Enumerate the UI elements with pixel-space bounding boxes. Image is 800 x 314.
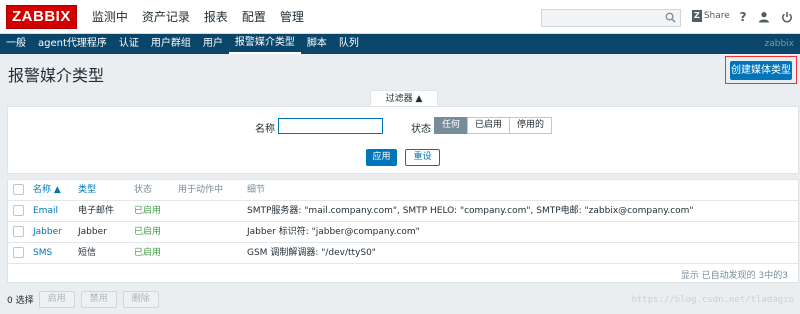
menu-monitoring[interactable]: 监测中 (85, 0, 135, 34)
status-disabled-option[interactable]: 停用的 (509, 117, 553, 134)
media-details: GSM 调制解调器: "/dev/ttyS0" (247, 248, 376, 258)
watermark: https://blog.csdn.net/tladagio (631, 295, 794, 305)
power-icon[interactable] (780, 10, 794, 24)
table-row: Jabber Jabber 已启用 Jabber 标识符: "jabber@co… (8, 222, 798, 243)
col-name-header[interactable]: 名称 ▲ (33, 180, 61, 200)
status-any-option[interactable]: 任何 (434, 117, 469, 134)
table-header-row: 名称 ▲ 类型 状态 用于动作中 细节 (8, 180, 798, 201)
filter-status-label: 状态 (411, 124, 431, 135)
row-checkbox[interactable] (13, 247, 24, 258)
status-segmented-control: 任何 已启用 停用的 (434, 117, 553, 134)
global-search-input[interactable] (541, 9, 681, 27)
menu-administration[interactable]: 管理 (273, 0, 311, 34)
enable-button[interactable]: 启用 (38, 291, 75, 308)
table-row: SMS 短信 已启用 GSM 调制解调器: "/dev/ttyS0" (8, 243, 798, 264)
server-name: zabbix (764, 39, 795, 49)
page-title: 报警媒介类型 (8, 66, 105, 85)
create-media-type-button[interactable]: 创建媒体类型 (730, 61, 792, 80)
row-checkbox[interactable] (13, 205, 24, 216)
menu-configuration[interactable]: 配置 (235, 0, 273, 34)
subnav-queue[interactable]: 队列 (333, 34, 365, 54)
status-toggle[interactable]: 已启用 (134, 222, 161, 242)
apply-button[interactable]: 应用 (366, 149, 397, 166)
filter-panel: 名称 状态 任何 已启用 停用的 应用 重设 (7, 106, 799, 174)
select-all-checkbox[interactable] (13, 184, 24, 195)
share-label: Share (703, 11, 730, 21)
col-details-header: 细节 (247, 185, 266, 195)
media-types-table: 名称 ▲ 类型 状态 用于动作中 细节 Email 电子邮件 已启用 SMTP服… (7, 179, 799, 283)
zabbix-logo[interactable]: ZABBIX (6, 4, 77, 29)
media-name-link[interactable]: Jabber (33, 222, 62, 242)
subnav-scripts[interactable]: 脚本 (301, 34, 333, 54)
share-badge: Z (692, 10, 702, 22)
col-used-header: 用于动作中 (178, 185, 224, 195)
col-status-header: 状态 (134, 185, 153, 195)
filter-name-input[interactable] (278, 118, 383, 134)
media-type: 电子邮件 (78, 206, 115, 216)
media-type: 短信 (78, 248, 97, 258)
top-nav: ZABBIX 监测中 资产记录 报表 配置 管理 Z Share ? (0, 0, 800, 34)
selected-count: 0 选择 (7, 296, 34, 306)
user-icon[interactable] (757, 10, 771, 24)
sub-nav: 一般 agent代理程序 认证 用户群组 用户 报警媒介类型 脚本 队列 zab… (0, 34, 800, 54)
reset-button[interactable]: 重设 (405, 149, 440, 166)
table-row: Email 电子邮件 已启用 SMTP服务器: "mail.company.co… (8, 201, 798, 222)
status-enabled-option[interactable]: 已启用 (467, 117, 511, 134)
media-name-link[interactable]: SMS (33, 243, 52, 263)
menu-reports[interactable]: 报表 (197, 0, 235, 34)
filter-name-label: 名称 (255, 124, 275, 135)
subnav-general[interactable]: 一般 (0, 34, 32, 54)
subnav-proxies[interactable]: agent代理程序 (32, 34, 113, 54)
media-type: Jabber (78, 227, 107, 237)
status-toggle[interactable]: 已启用 (134, 201, 161, 221)
media-name-link[interactable]: Email (33, 201, 58, 221)
page-header: 报警媒介类型 (0, 54, 800, 90)
status-toggle[interactable]: 已启用 (134, 243, 161, 263)
subnav-user-groups[interactable]: 用户群组 (145, 34, 197, 54)
media-details: Jabber 标识符: "jabber@company.com" (247, 227, 420, 237)
subnav-authentication[interactable]: 认证 (113, 34, 145, 54)
filter-tab[interactable]: 过滤器 ▲ (370, 90, 438, 107)
mass-action-bar: 0 选择 启用 禁用 删除 (7, 291, 165, 308)
table-footer-count: 显示 已自动发现的 3中的3 (680, 271, 788, 281)
disable-button[interactable]: 禁用 (80, 291, 117, 308)
help-icon[interactable]: ? (736, 10, 750, 24)
subnav-users[interactable]: 用户 (197, 34, 229, 54)
media-details: SMTP服务器: "mail.company.com", SMTP HELO: … (247, 206, 694, 216)
col-type-header[interactable]: 类型 (78, 180, 96, 200)
delete-button[interactable]: 删除 (122, 291, 159, 308)
row-checkbox[interactable] (13, 226, 24, 237)
share-link[interactable]: Z Share (692, 10, 730, 22)
menu-inventory[interactable]: 资产记录 (135, 0, 197, 34)
subnav-media-types[interactable]: 报警媒介类型 (228, 34, 301, 54)
search-icon[interactable] (665, 12, 676, 23)
main-menu: 监测中 资产记录 报表 配置 管理 (85, 0, 311, 34)
